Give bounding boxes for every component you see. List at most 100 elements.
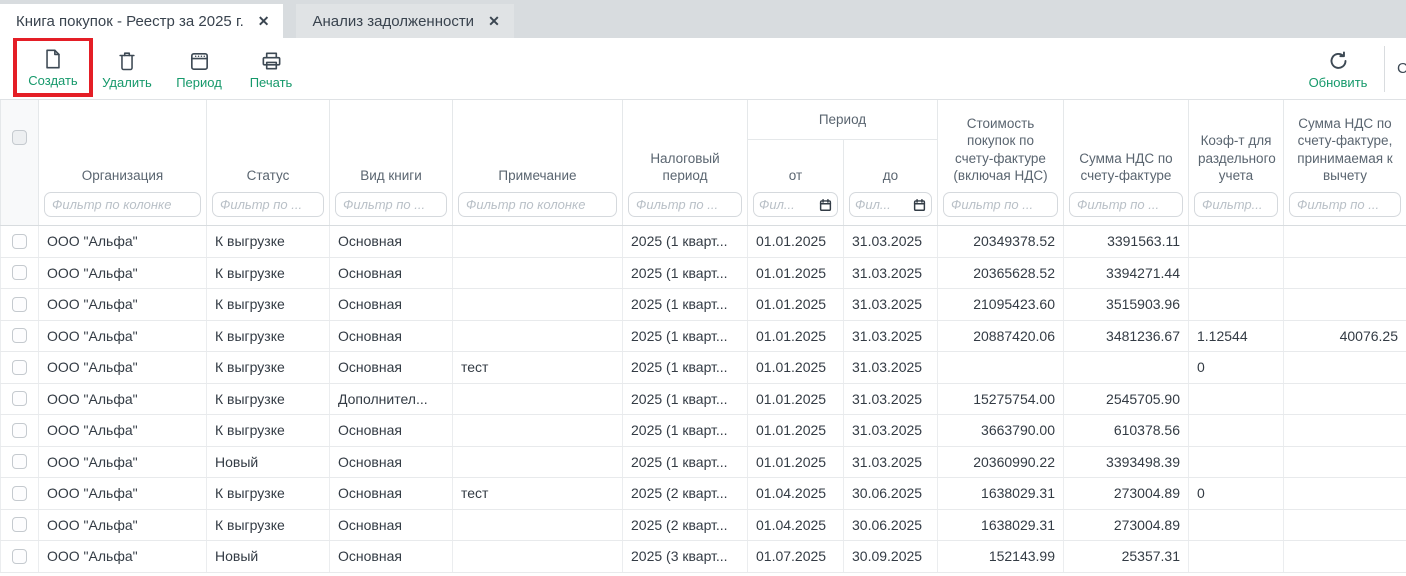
cell-status: К выгрузке bbox=[206, 478, 329, 509]
cell-vat-amount: 3515903.96 bbox=[1063, 289, 1188, 320]
cell-note: тест bbox=[452, 352, 622, 383]
row-checkbox[interactable] bbox=[12, 360, 27, 375]
column-title[interactable]: Сумма НДС по счету-фактуре bbox=[1064, 150, 1188, 185]
delete-button[interactable]: Удалить bbox=[93, 49, 161, 89]
column-title[interactable]: Коэф-т для раздельного учета bbox=[1189, 132, 1283, 185]
cell-organization: ООО "Альфа" bbox=[38, 510, 206, 541]
truncated-toolbar-button[interactable]: С bbox=[1397, 60, 1406, 77]
row-checkbox[interactable] bbox=[12, 454, 27, 469]
cell-status: К выгрузке bbox=[206, 226, 329, 257]
cell-organization: ООО "Альфа" bbox=[38, 321, 206, 352]
column-title[interactable]: Вид книги bbox=[330, 167, 452, 185]
cell-tax-period: 2025 (1 кварт... bbox=[622, 226, 747, 257]
calendar-icon[interactable] bbox=[913, 198, 926, 212]
print-button[interactable]: Печать bbox=[237, 49, 305, 89]
table-row[interactable]: ООО "Альфа" К выгрузке Основная 2025 (2 … bbox=[0, 510, 1406, 542]
filter-input[interactable] bbox=[1202, 197, 1270, 212]
row-checkbox[interactable] bbox=[12, 328, 27, 343]
cell-note bbox=[452, 447, 622, 478]
table-row[interactable]: ООО "Альфа" К выгрузке Основная тест 202… bbox=[0, 478, 1406, 510]
cell-vat-deductible bbox=[1283, 510, 1406, 541]
cell-book-type: Основная bbox=[329, 289, 452, 320]
create-button[interactable]: Создать bbox=[21, 47, 85, 87]
cell-note bbox=[452, 384, 622, 415]
table-row[interactable]: ООО "Альфа" К выгрузке Основная тест 202… bbox=[0, 352, 1406, 384]
filter-input[interactable] bbox=[759, 197, 816, 212]
tab-purchase-book[interactable]: Книга покупок - Реестр за 2025 г. ✕ bbox=[0, 4, 283, 38]
cell-book-type: Основная bbox=[329, 258, 452, 289]
filter-input[interactable] bbox=[343, 197, 439, 212]
column-coefficient: Коэф-т для раздельного учета bbox=[1188, 100, 1283, 225]
close-icon[interactable]: ✕ bbox=[488, 14, 500, 28]
row-checkbox-cell bbox=[0, 258, 38, 289]
cell-date-from: 01.01.2025 bbox=[747, 352, 843, 383]
table-row[interactable]: ООО "Альфа" К выгрузке Основная 2025 (1 … bbox=[0, 415, 1406, 447]
cell-note bbox=[452, 415, 622, 446]
column-vat-amount: Сумма НДС по счету-фактуре bbox=[1063, 100, 1188, 225]
filter-input[interactable] bbox=[466, 197, 609, 212]
cell-status: К выгрузке bbox=[206, 510, 329, 541]
cell-vat-deductible bbox=[1283, 258, 1406, 289]
row-checkbox[interactable] bbox=[12, 517, 27, 532]
table-row[interactable]: ООО "Альфа" К выгрузке Основная 2025 (1 … bbox=[0, 258, 1406, 290]
tab-bar: Книга покупок - Реестр за 2025 г. ✕ Анал… bbox=[0, 0, 1406, 38]
cell-tax-period: 2025 (1 кварт... bbox=[622, 258, 747, 289]
column-tax-period: Налоговый период bbox=[622, 100, 747, 225]
column-title[interactable]: Стоимость покупок по счету-фактуре (вклю… bbox=[938, 115, 1063, 185]
tab-debt-analysis[interactable]: Анализ задолженности ✕ bbox=[296, 4, 513, 38]
cell-vat-amount: 610378.56 bbox=[1063, 415, 1188, 446]
filter-input[interactable] bbox=[1077, 197, 1175, 212]
table-row[interactable]: ООО "Альфа" Новый Основная 2025 (3 кварт… bbox=[0, 541, 1406, 573]
column-title[interactable]: Сумма НДС по счету-фактуре, принимаемая … bbox=[1284, 115, 1406, 185]
filter-input[interactable] bbox=[855, 197, 910, 212]
cell-note bbox=[452, 258, 622, 289]
cell-date-from: 01.01.2025 bbox=[747, 415, 843, 446]
column-title[interactable]: Организация bbox=[39, 167, 206, 185]
row-checkbox[interactable] bbox=[12, 234, 27, 249]
tab-label: Книга покупок - Реестр за 2025 г. bbox=[16, 13, 244, 30]
table-row[interactable]: ООО "Альфа" Новый Основная 2025 (1 кварт… bbox=[0, 447, 1406, 479]
row-checkbox[interactable] bbox=[12, 391, 27, 406]
period-button[interactable]: Период bbox=[165, 49, 233, 89]
cell-purchase-cost: 152143.99 bbox=[937, 541, 1063, 572]
table-row[interactable]: ООО "Альфа" К выгрузке Основная 2025 (1 … bbox=[0, 226, 1406, 258]
table-row[interactable]: ООО "Альфа" К выгрузке Дополнител... 202… bbox=[0, 384, 1406, 416]
close-icon[interactable]: ✕ bbox=[258, 14, 270, 28]
column-title[interactable]: Статус bbox=[207, 167, 329, 185]
row-checkbox[interactable] bbox=[12, 549, 27, 564]
column-title[interactable]: Примечание bbox=[453, 167, 622, 185]
cell-coefficient bbox=[1188, 447, 1283, 478]
refresh-button[interactable]: Обновить bbox=[1304, 49, 1372, 89]
cell-book-type: Основная bbox=[329, 541, 452, 572]
filter-input[interactable] bbox=[220, 197, 316, 212]
row-checkbox[interactable] bbox=[12, 297, 27, 312]
column-title[interactable]: Налоговый период bbox=[623, 150, 747, 185]
row-checkbox[interactable] bbox=[12, 423, 27, 438]
tab-label: Анализ задолженности bbox=[312, 13, 474, 30]
cell-date-to: 30.09.2025 bbox=[843, 541, 937, 572]
table-row[interactable]: ООО "Альфа" К выгрузке Основная 2025 (1 … bbox=[0, 321, 1406, 353]
cell-status: К выгрузке bbox=[206, 289, 329, 320]
calendar-icon bbox=[188, 49, 211, 73]
filter-input[interactable] bbox=[951, 197, 1050, 212]
filter-input[interactable] bbox=[636, 197, 734, 212]
select-all-checkbox[interactable] bbox=[12, 130, 27, 145]
calendar-icon[interactable] bbox=[819, 198, 832, 212]
cell-purchase-cost: 3663790.00 bbox=[937, 415, 1063, 446]
filter-input[interactable] bbox=[1297, 197, 1393, 212]
column-title[interactable]: до bbox=[844, 167, 937, 185]
cell-coefficient bbox=[1188, 258, 1283, 289]
row-checkbox[interactable] bbox=[12, 265, 27, 280]
cell-book-type: Основная bbox=[329, 478, 452, 509]
filter-input[interactable] bbox=[52, 197, 193, 212]
cell-coefficient bbox=[1188, 384, 1283, 415]
cell-purchase-cost: 20349378.52 bbox=[937, 226, 1063, 257]
printer-icon bbox=[260, 49, 283, 73]
table-row[interactable]: ООО "Альфа" К выгрузке Основная 2025 (1 … bbox=[0, 289, 1406, 321]
column-title[interactable]: от bbox=[748, 167, 843, 185]
column-group-period: Период от до bbox=[747, 100, 937, 225]
cell-vat-amount: 3481236.67 bbox=[1063, 321, 1188, 352]
cell-coefficient bbox=[1188, 415, 1283, 446]
row-checkbox[interactable] bbox=[12, 486, 27, 501]
row-checkbox-cell bbox=[0, 447, 38, 478]
